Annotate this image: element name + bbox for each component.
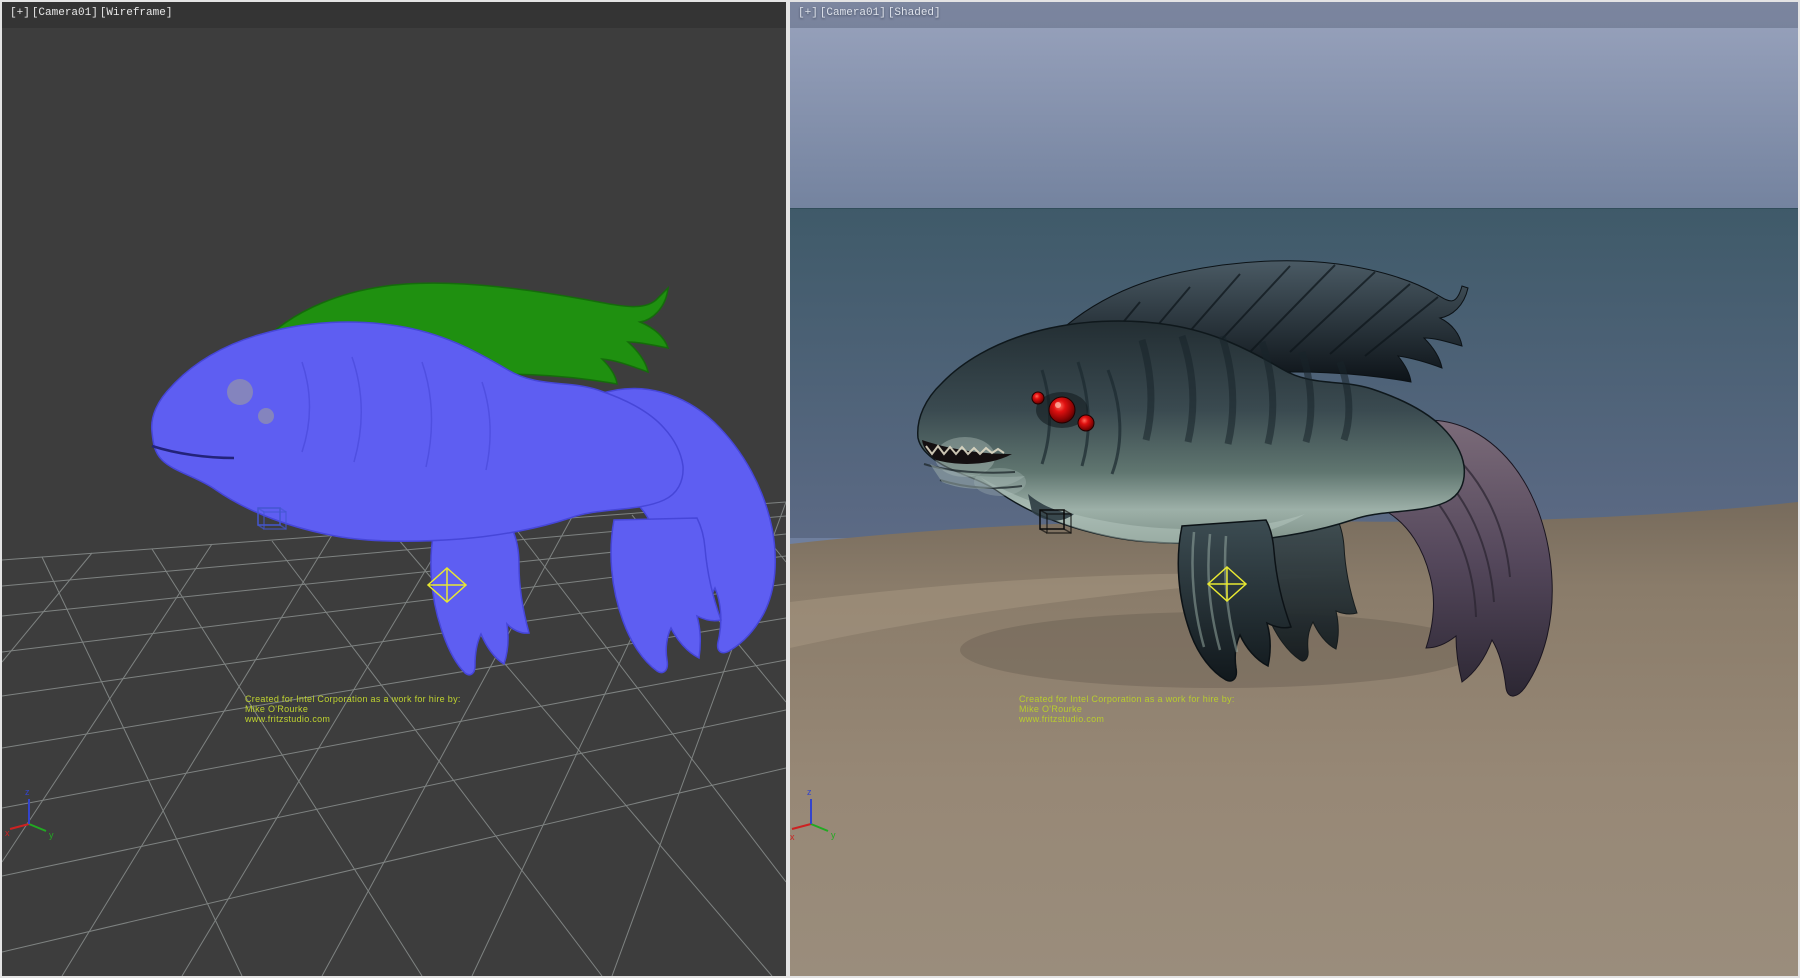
- viewport-wireframe[interactable]: Created for Intel Corporation as a work …: [2, 2, 786, 976]
- credits-line-2: Mike O'Rourke: [245, 704, 308, 714]
- axis-y-label: y: [49, 830, 54, 840]
- axis-x-label: x: [790, 832, 795, 842]
- axis-z-label: z: [25, 787, 30, 797]
- viewport-menu-general[interactable]: [+]: [10, 7, 30, 19]
- viewport-menu-general[interactable]: [+]: [798, 7, 818, 19]
- viewport-menu-pov[interactable]: [Camera01]: [32, 7, 98, 19]
- fish-eye-main: [1049, 397, 1075, 423]
- sky: [790, 2, 1798, 208]
- viewport-shaded[interactable]: Created for Intel Corporation as a work …: [790, 2, 1798, 976]
- dual-viewport-stage: Created for Intel Corporation as a work …: [0, 0, 1800, 978]
- fish-model-wireframe[interactable]: [152, 283, 776, 675]
- fish-rear-leg-fin[interactable]: [611, 518, 721, 673]
- viewport-menu-shading[interactable]: [Shaded]: [888, 7, 941, 19]
- viewport-label: [+] [Camera01] [Shaded]: [798, 7, 941, 19]
- fish-eye-tertiary: [1032, 392, 1044, 404]
- credits-line-3: www.fritzstudio.com: [1018, 714, 1104, 724]
- scene-credits-text: Created for Intel Corporation as a work …: [244, 694, 461, 724]
- viewport-menu-pov[interactable]: [Camera01]: [820, 7, 886, 19]
- viewport-label: [+] [Camera01] [Wireframe]: [10, 7, 172, 19]
- fish-front-leg-fin[interactable]: [431, 529, 529, 675]
- credits-line-1: Created for Intel Corporation as a work …: [245, 694, 461, 704]
- eye-highlight: [1055, 402, 1061, 408]
- credits-line-1: Created for Intel Corporation as a work …: [1019, 694, 1235, 704]
- axis-x-label: x: [5, 828, 10, 838]
- wireframe-scene-canvas: Created for Intel Corporation as a work …: [2, 2, 786, 976]
- shaded-scene-canvas: Created for Intel Corporation as a work …: [790, 2, 1798, 976]
- credits-line-2: Mike O'Rourke: [1019, 704, 1082, 714]
- viewport-menu-shading[interactable]: [Wireframe]: [100, 7, 173, 19]
- credits-line-3: www.fritzstudio.com: [244, 714, 330, 724]
- axis-y-label: y: [831, 830, 836, 840]
- fish-eye-spot-small: [258, 408, 274, 424]
- fish-eye-spot-large: [227, 379, 253, 405]
- fish-eye-secondary: [1078, 415, 1094, 431]
- axis-z-label: z: [807, 787, 812, 797]
